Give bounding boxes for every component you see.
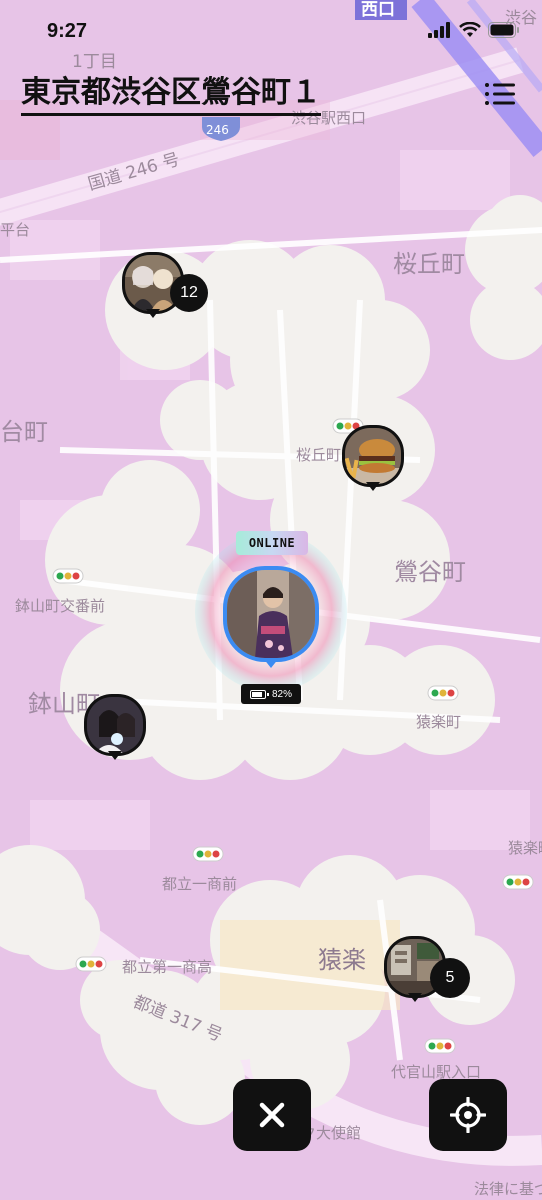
cluster-count-badge: 5: [430, 958, 470, 998]
status-icons: [428, 22, 520, 38]
close-icon: [259, 1102, 285, 1128]
map-label: 都立一商前: [162, 875, 237, 893]
online-status-badge: ONLINE: [236, 531, 308, 555]
map-label: 猿楽町: [416, 713, 461, 731]
marker-burger[interactable]: [342, 425, 404, 493]
close-button[interactable]: [233, 1079, 311, 1151]
my-avatar-photo: [227, 570, 315, 658]
marker-frame: [84, 694, 146, 756]
map-label: 鉢山町交番前: [15, 597, 105, 615]
map-label: 平台: [0, 221, 30, 239]
battery-fill: [251, 691, 262, 697]
map-label: 台町: [0, 418, 48, 446]
map-label: 246: [206, 123, 229, 137]
menu-button[interactable]: [484, 80, 516, 108]
status-time: 9:27: [47, 20, 88, 42]
my-location-marker[interactable]: [223, 566, 319, 670]
signal-icon: [428, 22, 450, 38]
map-label: 猿楽: [318, 946, 366, 974]
burger-photo: [345, 428, 401, 484]
status-bar: 9:27: [0, 0, 542, 60]
battery-indicator: 82%: [241, 684, 301, 704]
list-menu-icon: [485, 83, 515, 105]
map-label: 桜丘町: [393, 250, 465, 278]
battery-status-icon: [488, 22, 519, 38]
map-label: 猿楽町: [508, 839, 542, 857]
my-avatar-frame: [223, 566, 319, 662]
page-title: 東京都渋谷区鶯谷町１: [21, 74, 321, 116]
battery-percent: 82%: [271, 688, 292, 700]
selfie-photo: [87, 697, 143, 753]
marker-pointer: [408, 993, 422, 1002]
my-marker-pointer: [263, 658, 279, 668]
map-label: 鶯谷町: [394, 558, 466, 586]
wifi-icon: [459, 22, 481, 37]
marker-pointer: [366, 482, 380, 491]
marker-pointer: [108, 751, 122, 760]
map-label: 都立第一商高: [122, 958, 212, 976]
map-label: 桜丘町: [296, 446, 341, 464]
map-label: 法律に基づ: [474, 1180, 542, 1198]
marker-girls-selfie[interactable]: [84, 694, 146, 762]
locate-me-button[interactable]: [429, 1079, 507, 1151]
cluster-count-badge: 12: [170, 274, 208, 312]
battery-icon: [249, 689, 269, 699]
crosshair-icon: [450, 1097, 486, 1133]
marker-frame: [342, 425, 404, 487]
marker-pointer: [146, 309, 160, 318]
